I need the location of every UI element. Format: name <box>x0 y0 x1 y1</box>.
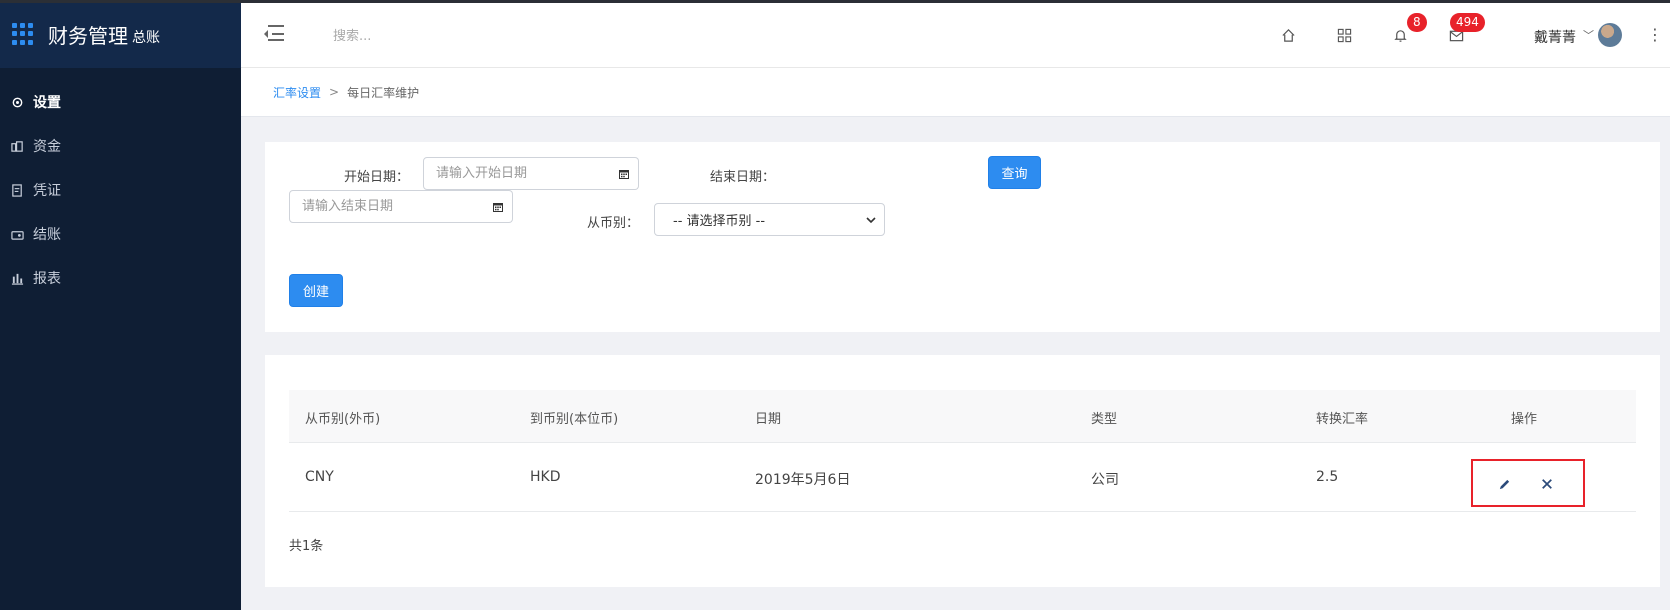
sidebar-item-label: 结账 <box>33 227 61 243</box>
sidebar-item-label: 资金 <box>33 139 61 155</box>
breadcrumb: 汇率设置 > 每日汇率维护 <box>241 68 1670 117</box>
column-header-from: 从币别(外币) <box>305 412 381 427</box>
app-subtitle: 总账 <box>132 30 160 46</box>
end-date-input[interactable] <box>289 190 485 223</box>
start-date-calendar-icon[interactable] <box>610 157 639 190</box>
sidebar-item-label: 凭证 <box>33 183 61 199</box>
sidebar-item-closing[interactable]: 结账 <box>0 212 241 256</box>
actions-highlight-box <box>1471 459 1585 507</box>
brand: 财务管理 总账 <box>0 0 241 68</box>
sidebar-item-label: 报表 <box>33 271 61 287</box>
cell-from: CNY <box>305 469 334 485</box>
sidebar-item-reports[interactable]: 报表 <box>0 256 241 300</box>
avatar[interactable] <box>1598 23 1622 47</box>
column-header-actions: 操作 <box>1511 412 1538 427</box>
window-top-border <box>0 0 1670 3</box>
cash-icon <box>10 139 24 153</box>
user-name[interactable]: 戴菁菁 <box>1534 27 1576 47</box>
edit-pencil-icon[interactable] <box>1495 475 1513 493</box>
rates-table-panel: 从币别(外币) 到币别(本位币) 日期 类型 转换汇率 操作 CNY HKD 2… <box>265 355 1660 587</box>
chevron-down-icon <box>866 217 876 224</box>
breadcrumb-current: 每日汇率维护 <box>347 85 420 100</box>
column-header-date: 日期 <box>755 412 782 427</box>
menu-collapse-icon[interactable] <box>264 25 284 43</box>
sidebar-item-label: 设置 <box>33 95 61 111</box>
bar-chart-icon <box>10 271 24 285</box>
start-date-input[interactable] <box>423 157 611 190</box>
table-header: 从币别(外币) 到币别(本位币) 日期 类型 转换汇率 操作 <box>289 390 1636 443</box>
currency-select-value: -- 请选择币别 -- <box>673 214 766 229</box>
delete-close-icon[interactable] <box>1538 475 1556 493</box>
sidebar-item-funds[interactable]: 资金 <box>0 124 241 168</box>
table-row: CNY HKD 2019年5月6日 公司 2.5 <box>289 443 1636 512</box>
more-vertical-icon[interactable]: ⋮ <box>1647 25 1663 44</box>
breadcrumb-parent[interactable]: 汇率设置 <box>273 84 321 101</box>
app-grid-icon[interactable] <box>12 23 34 45</box>
chevron-down-icon[interactable]: ﹀ <box>1583 27 1594 43</box>
home-icon[interactable] <box>1278 25 1298 45</box>
apps-grid-icon[interactable] <box>1334 25 1354 45</box>
end-date-label: 结束日期： <box>710 170 776 185</box>
cell-type: 公司 <box>1091 472 1119 488</box>
breadcrumb-separator: > <box>329 85 340 99</box>
start-date-label: 开始日期： <box>344 170 410 185</box>
voucher-icon <box>10 183 24 197</box>
sidebar: 财务管理 总账 设置 资金 凭证 结账 报表 <box>0 0 241 610</box>
message-badge: 494 <box>1450 13 1485 32</box>
filter-panel: 开始日期： 结束日期： 查询 从币别： -- 请选择币别 -- 创建 <box>265 142 1660 332</box>
gear-icon <box>10 95 24 109</box>
cell-rate: 2.5 <box>1316 469 1339 485</box>
column-header-to: 到币别(本位币) <box>530 412 619 427</box>
sidebar-nav: 设置 资金 凭证 结账 报表 <box>0 80 241 300</box>
total-count: 共1条 <box>289 539 324 554</box>
column-header-type: 类型 <box>1091 412 1118 427</box>
currency-label: 从币别： <box>587 216 640 231</box>
wallet-icon <box>10 227 24 241</box>
sidebar-item-settings[interactable]: 设置 <box>0 80 241 124</box>
bell-icon[interactable] <box>1390 25 1410 45</box>
column-header-rate: 转换汇率 <box>1316 412 1369 427</box>
query-button[interactable]: 查询 <box>988 156 1041 189</box>
notification-badge: 8 <box>1407 13 1427 32</box>
top-header: 8 494 戴菁菁 ﹀ ⋮ <box>241 3 1670 68</box>
sidebar-item-voucher[interactable]: 凭证 <box>0 168 241 212</box>
search-input[interactable] <box>333 25 583 47</box>
end-date-calendar-icon[interactable] <box>484 190 513 223</box>
cell-date: 2019年5月6日 <box>755 472 851 488</box>
create-button[interactable]: 创建 <box>289 274 343 307</box>
cell-to: HKD <box>530 469 561 485</box>
currency-select[interactable]: -- 请选择币别 -- <box>654 203 885 236</box>
app-title: 财务管理 <box>48 23 128 48</box>
